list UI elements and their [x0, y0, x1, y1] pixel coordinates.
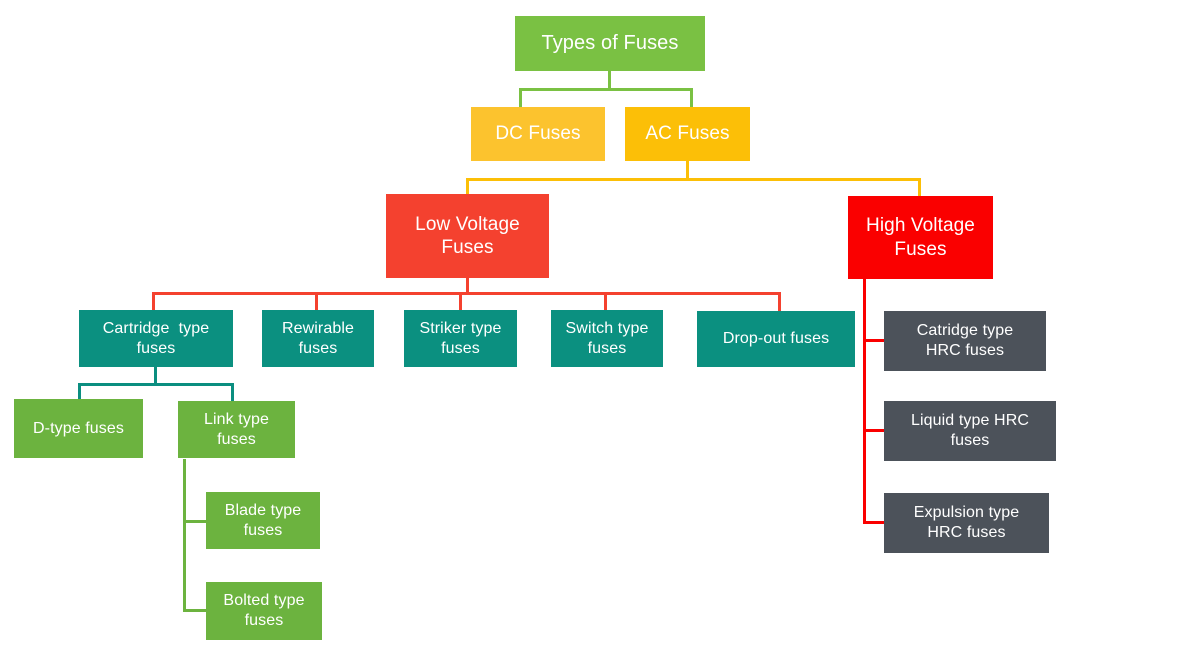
connector-link-spine: [183, 459, 186, 611]
node-high-voltage-fuses[interactable]: High Voltage Fuses: [848, 196, 993, 279]
node-catridge-type-hrc-fuses[interactable]: Catridge type HRC fuses: [884, 311, 1046, 371]
connector-lv-to-dropout: [778, 292, 781, 312]
node-blade-type-fuses[interactable]: Blade type fuses: [206, 492, 320, 549]
connector-hv-to-liquid: [863, 429, 886, 432]
node-dc-fuses[interactable]: DC Fuses: [471, 107, 605, 161]
node-types-of-fuses[interactable]: Types of Fuses: [515, 16, 705, 71]
connector-lv-to-cartridge: [152, 292, 155, 312]
connector-cartridge-stem: [154, 367, 157, 384]
connector-lv-bus: [152, 292, 781, 295]
connector-lv-to-rewirable: [315, 292, 318, 312]
node-cartridge-type-fuses[interactable]: Cartridge type fuses: [79, 310, 233, 367]
node-switch-type-fuses[interactable]: Switch type fuses: [551, 310, 663, 367]
node-striker-type-fuses[interactable]: Striker type fuses: [404, 310, 517, 367]
node-liquid-type-hrc-fuses[interactable]: Liquid type HRC fuses: [884, 401, 1056, 461]
node-link-type-fuses[interactable]: Link type fuses: [178, 401, 295, 458]
connector-root-to-ac: [690, 88, 693, 108]
fuse-types-diagram: Types of Fuses DC Fuses AC Fuses Low Voltag…: [0, 0, 1200, 662]
connector-root-stem: [608, 71, 611, 89]
connector-ac-bus: [466, 178, 921, 181]
connector-link-to-blade: [183, 520, 208, 523]
node-bolted-type-fuses[interactable]: Bolted type fuses: [206, 582, 322, 640]
node-ac-fuses[interactable]: AC Fuses: [625, 107, 750, 161]
node-d-type-fuses[interactable]: D-type fuses: [14, 399, 143, 458]
connector-hv-to-catridge: [863, 339, 886, 342]
connector-link-to-bolted: [183, 609, 208, 612]
connector-hv-spine: [863, 279, 866, 524]
connector-hv-to-expulsion: [863, 521, 886, 524]
connector-cartridge-bus: [78, 383, 234, 386]
node-drop-out-fuses[interactable]: Drop-out fuses: [697, 311, 855, 367]
connector-ac-stem: [686, 161, 689, 179]
connector-root-to-dc: [519, 88, 522, 108]
connector-lv-to-striker: [459, 292, 462, 312]
connector-root-bus: [519, 88, 693, 91]
connector-cartridge-to-link: [231, 383, 234, 401]
node-rewirable-fuses[interactable]: Rewirable fuses: [262, 310, 374, 367]
connector-lv-to-switch: [604, 292, 607, 312]
connector-ac-to-hv: [918, 178, 921, 198]
node-expulsion-type-hrc-fuses[interactable]: Expulsion type HRC fuses: [884, 493, 1049, 553]
node-low-voltage-fuses[interactable]: Low Voltage Fuses: [386, 194, 549, 278]
